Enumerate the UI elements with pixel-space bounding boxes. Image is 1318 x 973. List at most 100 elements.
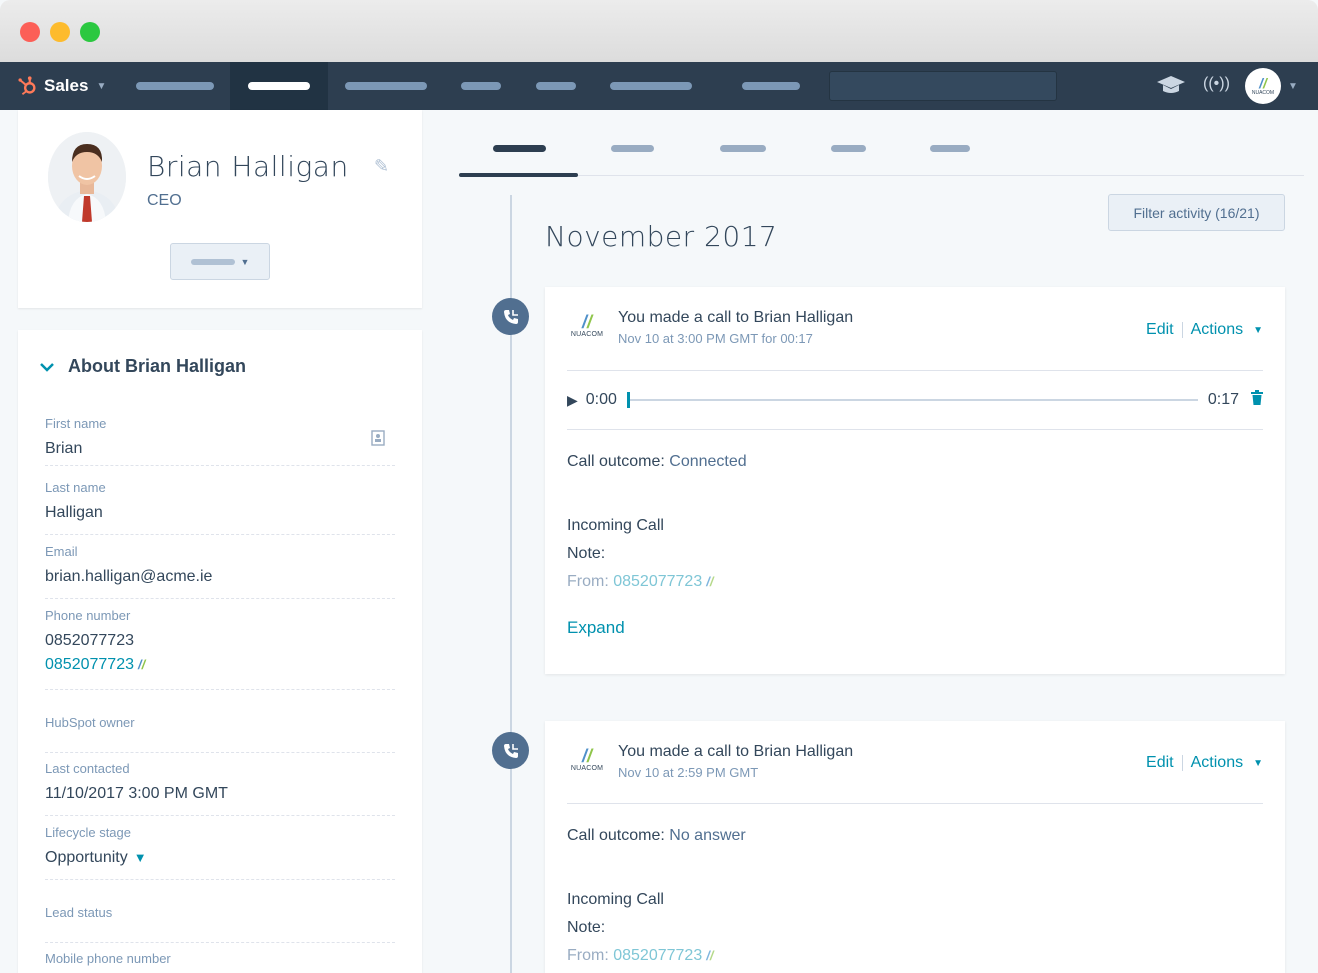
search-input[interactable]: [829, 71, 1057, 101]
activity-controls: Edit Actions ▼: [1146, 754, 1263, 772]
nuacom-logo-icon: // NUACOM: [567, 747, 607, 772]
property-first-name[interactable]: First name Brian: [45, 416, 395, 466]
about-section: About Brian Halligan First name Brian La…: [18, 330, 422, 973]
nav-item-3[interactable]: [345, 82, 427, 90]
trash-icon[interactable]: [1251, 390, 1263, 410]
caret-down-icon[interactable]: ▼: [1253, 325, 1263, 336]
activity-headline-prefix: You made a call to: [618, 309, 750, 326]
broadcast-icon[interactable]: ((•)): [1203, 75, 1230, 93]
filter-activity-button[interactable]: Filter activity (16/21): [1108, 194, 1285, 231]
property-value: 11/10/2017 3:00 PM GMT: [45, 785, 228, 802]
activity-headline: You made a call to Brian Halligan: [618, 309, 853, 327]
from-number-link[interactable]: 0852077723: [613, 947, 702, 964]
card-divider: [567, 370, 1263, 371]
tab-4[interactable]: [831, 145, 866, 152]
property-mobile-phone[interactable]: Mobile phone number: [45, 951, 395, 973]
call-outcome: Call outcome: Connected: [567, 453, 747, 471]
nav-item-7[interactable]: [742, 82, 800, 90]
property-email[interactable]: Email brian.halligan@acme.ie: [45, 544, 395, 599]
phone-call-icon: [492, 732, 529, 769]
click-to-call-link[interactable]: 0852077723//: [45, 656, 395, 674]
close-window-button[interactable]: [20, 22, 40, 42]
property-value: Brian: [45, 440, 83, 457]
player-progress-track[interactable]: [626, 392, 1198, 408]
activity-meta: Nov 10 at 3:00 PM GMT for 00:17: [618, 331, 813, 346]
card-divider: [567, 803, 1263, 804]
property-label: HubSpot owner: [45, 715, 135, 730]
active-tab-indicator: [459, 173, 578, 177]
account-avatar[interactable]: // NUACOM: [1245, 68, 1281, 104]
property-lead-status[interactable]: Lead status: [45, 905, 395, 943]
lifecycle-select[interactable]: Opportunity ▼: [45, 849, 395, 867]
activity-contact-name: Brian Halligan: [753, 309, 854, 326]
actions-dropdown[interactable]: Actions: [1191, 321, 1243, 339]
activity-meta: Nov 10 at 2:59 PM GMT: [618, 765, 759, 780]
chevron-down-icon: ▼: [96, 80, 107, 92]
divider: [1181, 755, 1183, 771]
brand-menu[interactable]: Sales ▼: [16, 62, 106, 110]
contact-avatar: [48, 132, 126, 222]
expand-link[interactable]: Expand: [567, 618, 625, 638]
caret-down-icon[interactable]: ▼: [1253, 758, 1263, 769]
nav-item-1[interactable]: [136, 82, 214, 90]
property-label: Email: [45, 544, 78, 559]
account-chevron-down-icon[interactable]: ▼: [1288, 81, 1298, 92]
profile-card: Brian Halligan CEO ✎ ▼: [18, 110, 422, 308]
edit-link[interactable]: Edit: [1146, 321, 1174, 339]
call-outcome: Call outcome: No answer: [567, 827, 746, 845]
property-value: brian.halligan@acme.ie: [45, 568, 213, 585]
property-label: Last name: [45, 480, 106, 495]
edit-link[interactable]: Edit: [1146, 754, 1174, 772]
nav-item-6[interactable]: [610, 82, 692, 90]
tab-2[interactable]: [611, 145, 654, 152]
nuacom-call-icon[interactable]: //: [706, 574, 713, 589]
brand-label: Sales: [44, 76, 89, 95]
hubspot-sprocket-icon: [18, 76, 36, 95]
timeline-month-heading: November 2017: [545, 220, 778, 253]
from-number-link[interactable]: 0852077723: [613, 573, 702, 590]
property-label: Lead status: [45, 905, 113, 920]
tab-3[interactable]: [720, 145, 766, 152]
logo-text: NUACOM: [570, 331, 604, 338]
call-recording-player: ▶ 0:00 0:17: [567, 387, 1263, 413]
tab-5[interactable]: [930, 145, 970, 152]
phone-link-number: 0852077723: [45, 656, 134, 673]
nav-item-5[interactable]: [536, 82, 576, 90]
nav-item-2-active[interactable]: [248, 82, 310, 90]
tabs-divider: [459, 175, 1304, 176]
property-last-name[interactable]: Last name Halligan: [45, 480, 395, 535]
actions-dropdown[interactable]: ▼: [170, 243, 270, 280]
nuacom-call-icon[interactable]: //: [706, 948, 713, 963]
property-label: Phone number: [45, 608, 131, 623]
note-label: Note:: [567, 919, 606, 936]
about-section-header[interactable]: About Brian Halligan: [40, 356, 246, 377]
call-direction: Incoming Call: [567, 517, 664, 534]
actions-dropdown[interactable]: Actions: [1191, 754, 1243, 772]
top-nav: Sales ▼ ((•)) // NUACOM ▼: [0, 62, 1318, 110]
play-icon[interactable]: ▶: [567, 392, 578, 409]
nuacom-logo-icon: // NUACOM: [1251, 75, 1275, 96]
activity-contact-name: Brian Halligan: [753, 743, 854, 760]
minimize-window-button[interactable]: [50, 22, 70, 42]
edit-pencil-icon[interactable]: ✎: [374, 156, 389, 177]
maximize-window-button[interactable]: [80, 22, 100, 42]
property-label: Mobile phone number: [45, 951, 171, 966]
lifecycle-value: Opportunity: [45, 849, 128, 866]
contact-name: Brian Halligan: [147, 150, 349, 183]
property-label: First name: [45, 416, 107, 431]
property-label: Last contacted: [45, 761, 130, 776]
property-last-contacted[interactable]: Last contacted 11/10/2017 3:00 PM GMT: [45, 761, 395, 816]
call-direction: Incoming Call: [567, 891, 664, 908]
property-lifecycle-stage[interactable]: Lifecycle stage Opportunity ▼: [45, 825, 395, 880]
activity-controls: Edit Actions ▼: [1146, 321, 1263, 339]
player-scrub-handle[interactable]: [626, 392, 630, 408]
property-hubspot-owner[interactable]: HubSpot owner: [45, 715, 395, 753]
nav-item-4[interactable]: [461, 82, 501, 90]
contact-card-icon[interactable]: [371, 430, 385, 450]
phone-call-icon: [492, 298, 529, 335]
academy-icon[interactable]: [1156, 74, 1186, 101]
tab-activity[interactable]: [493, 145, 546, 152]
property-phone[interactable]: Phone number 0852077723 0852077723//: [45, 608, 395, 690]
from-label: From:: [567, 947, 609, 964]
call-outcome-label: Call outcome:: [567, 827, 665, 844]
